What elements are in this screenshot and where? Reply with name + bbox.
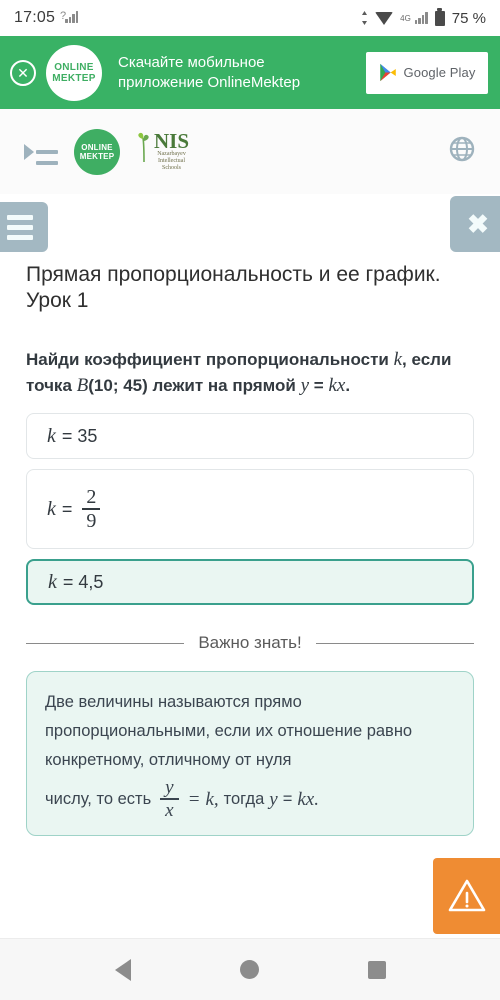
important-divider: Важно знать! (26, 633, 474, 653)
back-triangle-icon[interactable] (114, 958, 131, 981)
info-then-kx: kx. (297, 788, 319, 810)
promo-logo-line2: MEKTEP (52, 72, 96, 84)
app-promo-banner: ✕ ONLINE MEKTEP Скачайте мобильное прило… (0, 36, 500, 109)
option-1-value: = 35 (61, 425, 98, 446)
question-part1: Найди коэффициент пропорциональности (26, 350, 389, 369)
sprout-icon (138, 132, 149, 162)
nis-text-block: NIS Nazarbayev Intellectual Schools (154, 131, 189, 172)
info-fraction: y x (160, 777, 179, 821)
info-text-line1: Две величины называются прямо пропорцион… (45, 693, 413, 769)
status-bar: 17:05 ? 4G 75 % (0, 0, 500, 36)
signal-strength-bars (65, 11, 81, 23)
battery-icon (434, 8, 445, 26)
answer-option-2[interactable]: k = 2 9 (26, 469, 474, 549)
answer-option-1[interactable]: k = 35 (26, 413, 474, 459)
nis-title: NIS (154, 129, 190, 153)
important-divider-label: Важно знать! (198, 633, 302, 652)
promo-text-line1: Скачайте мобильное (118, 53, 265, 71)
question-formula-kx: kx (328, 375, 346, 396)
question-formula-y: y (300, 375, 310, 396)
info-frac-denominator: x (160, 798, 179, 821)
option-2-fraction: 2 9 (82, 486, 101, 532)
question-formula-eq: = (313, 376, 324, 395)
info-equals-sign: = (187, 788, 201, 810)
nis-sub-line2: Intellectual (158, 158, 186, 164)
option-2-var: k (47, 497, 56, 520)
question-part3: лежит на прямой (152, 376, 296, 395)
onlinemektep-logo: ONLINE MEKTEP (46, 44, 102, 101)
app-screen: 17:05 ? 4G 75 % ✕ ONLINE MEKTEP Скачайте… (0, 0, 500, 1000)
google-play-label: Google Play (403, 65, 476, 80)
data-transfer-icon (361, 11, 368, 25)
lesson-menu-button[interactable] (0, 202, 48, 252)
google-play-button[interactable]: Google Play (366, 51, 488, 94)
google-play-icon (379, 63, 396, 82)
lesson-content: Прямая пропорциональность и ее график. У… (0, 262, 500, 836)
recents-square-icon[interactable] (367, 960, 386, 979)
option-3-var: k (48, 570, 57, 593)
indent-menu-icon[interactable] (24, 139, 58, 165)
updown-arrows-glyph (362, 11, 368, 25)
nis-sub-line3: Schools (162, 165, 182, 171)
option-3-value: = 4,5 (62, 571, 104, 592)
question-point-b: B (76, 375, 89, 396)
question-text: Найди коэффициент пропорциональности k, … (26, 347, 474, 399)
lesson-close-button[interactable]: ✖ (450, 196, 500, 252)
battery-percent: 75 % (451, 9, 486, 27)
nis-sub-line1: Nazarbayev (157, 151, 186, 157)
option-2-equals: = (61, 498, 73, 519)
nis-logo: NIS Nazarbayev Intellectual Schools (136, 131, 189, 172)
answer-option-3[interactable]: k = 4,5 (26, 559, 474, 605)
onlinemektep-header-logo[interactable]: ONLINE MEKTEP (74, 128, 120, 175)
header-logo-line1: ONLINE (81, 142, 113, 152)
info-then-y: y (269, 788, 278, 810)
android-nav-bar (0, 938, 500, 1000)
important-info-box: Две величины называются прямо пропорцион… (26, 671, 474, 836)
info-k-value: k, (205, 788, 219, 810)
header-logo-line2: MEKTEP (79, 151, 115, 161)
signal-bars-icon: ? (60, 10, 81, 25)
status-bar-right: 4G 75 % (361, 8, 486, 27)
cellular-bars-icon (414, 12, 428, 24)
question-var-k: k (393, 349, 403, 370)
sim-question-mark: ? (60, 10, 67, 22)
info-text-line2: числу, то есть (45, 789, 152, 808)
warning-triangle-icon[interactable] (433, 858, 500, 934)
wifi-icon (375, 11, 394, 25)
status-bar-left: 17:05 ? (14, 9, 81, 27)
lesson-toolbar: ✖ (0, 194, 500, 260)
site-header: ONLINE MEKTEP NIS Nazarbayev Intellectua… (0, 109, 500, 194)
network-type-label: 4G (400, 13, 411, 23)
promo-logo-line1: ONLINE (54, 61, 94, 73)
question-point-coords: (10; 45) (88, 376, 148, 395)
info-frac-numerator: y (165, 777, 174, 798)
info-then-word: тогда (223, 789, 265, 808)
option-1-var: k (47, 424, 56, 447)
home-circle-icon[interactable] (239, 960, 259, 979)
option-2-numerator: 2 (86, 486, 97, 508)
promo-text: Скачайте мобильное приложение OnlineMekt… (112, 53, 356, 93)
info-then-equals: = (282, 789, 293, 808)
option-2-denominator: 9 (82, 508, 101, 532)
info-formula-line: числу, то есть y x = k, тогда y = kx. (45, 777, 455, 821)
question-period: . (345, 376, 351, 395)
answer-options: k = 35 k = 2 9 k = 4,5 (26, 413, 474, 605)
page-title: Прямая пропорциональность и ее график. У… (26, 263, 441, 312)
promo-text-line2: приложение OnlineMektep (118, 73, 301, 91)
status-time: 17:05 (14, 9, 56, 26)
close-icon[interactable]: ✕ (10, 59, 36, 86)
warning-glyph (448, 879, 485, 912)
